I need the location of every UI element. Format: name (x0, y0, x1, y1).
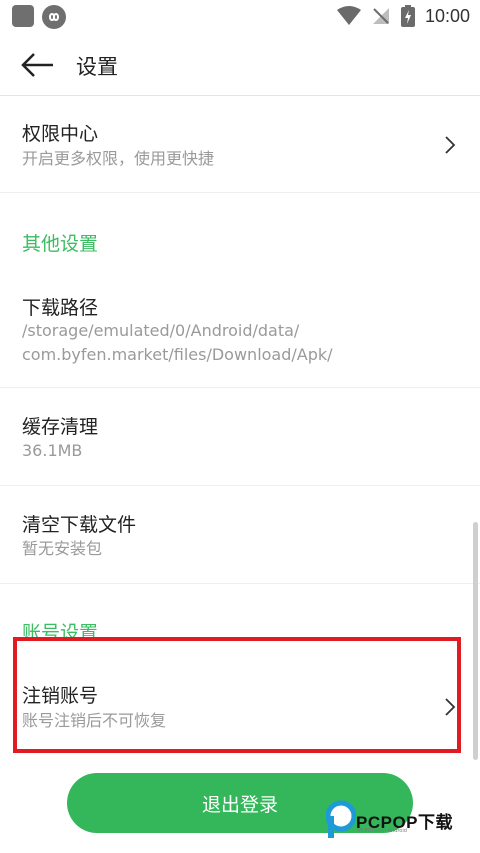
clear-downloads-subtitle: 暂无安装包 (22, 539, 103, 558)
download-path-title: 下载路径 (22, 297, 99, 319)
permission-center-title: 权限中心 (22, 123, 99, 145)
clock: 10:00 (424, 5, 470, 26)
cancel-account-title: 注销账号 (22, 685, 99, 707)
page-title: 设置 (76, 55, 118, 79)
cancel-account-row[interactable]: 注销账号 账号注销后不可恢复 (0, 641, 480, 751)
cache-size-value: 36.1MB (22, 441, 83, 460)
chevron-right-icon (445, 136, 456, 154)
app-notification-icon (12, 5, 34, 27)
download-path-line2: com.byfen.market/files/Download/Apk/ (22, 345, 333, 364)
system-icons: 10:00 (336, 5, 470, 27)
scrollbar[interactable] (473, 522, 478, 760)
back-arrow-icon[interactable] (20, 51, 56, 79)
app-bar: 设置 (0, 34, 480, 96)
status-bar: 10:00 (0, 0, 480, 34)
battery-charging-icon (400, 5, 415, 27)
download-path-row[interactable]: 下载路径 /storage/emulated/0/Android/data/ c… (0, 272, 480, 388)
clear-downloads-row[interactable]: 清空下载文件 暂无安装包 (0, 486, 480, 584)
chevron-right-icon (445, 698, 456, 716)
watermark-logo: PCPOP下载 PCPOP.com Android (326, 800, 476, 840)
download-path-line1: /storage/emulated/0/Android/data/ (22, 321, 300, 340)
other-settings-header: 其他设置 (22, 233, 99, 255)
wifi-icon (336, 6, 361, 25)
permission-center-row[interactable]: 权限中心 开启更多权限，使用更快捷 (0, 97, 480, 193)
permission-center-subtitle: 开启更多权限，使用更快捷 (22, 149, 215, 168)
clear-downloads-title: 清空下载文件 (22, 514, 137, 536)
cache-cleanup-row[interactable]: 缓存清理 36.1MB (0, 388, 480, 486)
cancel-account-subtitle: 账号注销后不可恢复 (22, 711, 167, 730)
watermark-subtext: PCPOP.com Android (358, 828, 407, 834)
pcpop-logo-icon (326, 800, 356, 838)
notification-icons (12, 5, 66, 29)
infinity-notification-icon (42, 5, 66, 29)
no-signal-icon (372, 8, 389, 24)
cache-cleanup-title: 缓存清理 (22, 416, 99, 438)
